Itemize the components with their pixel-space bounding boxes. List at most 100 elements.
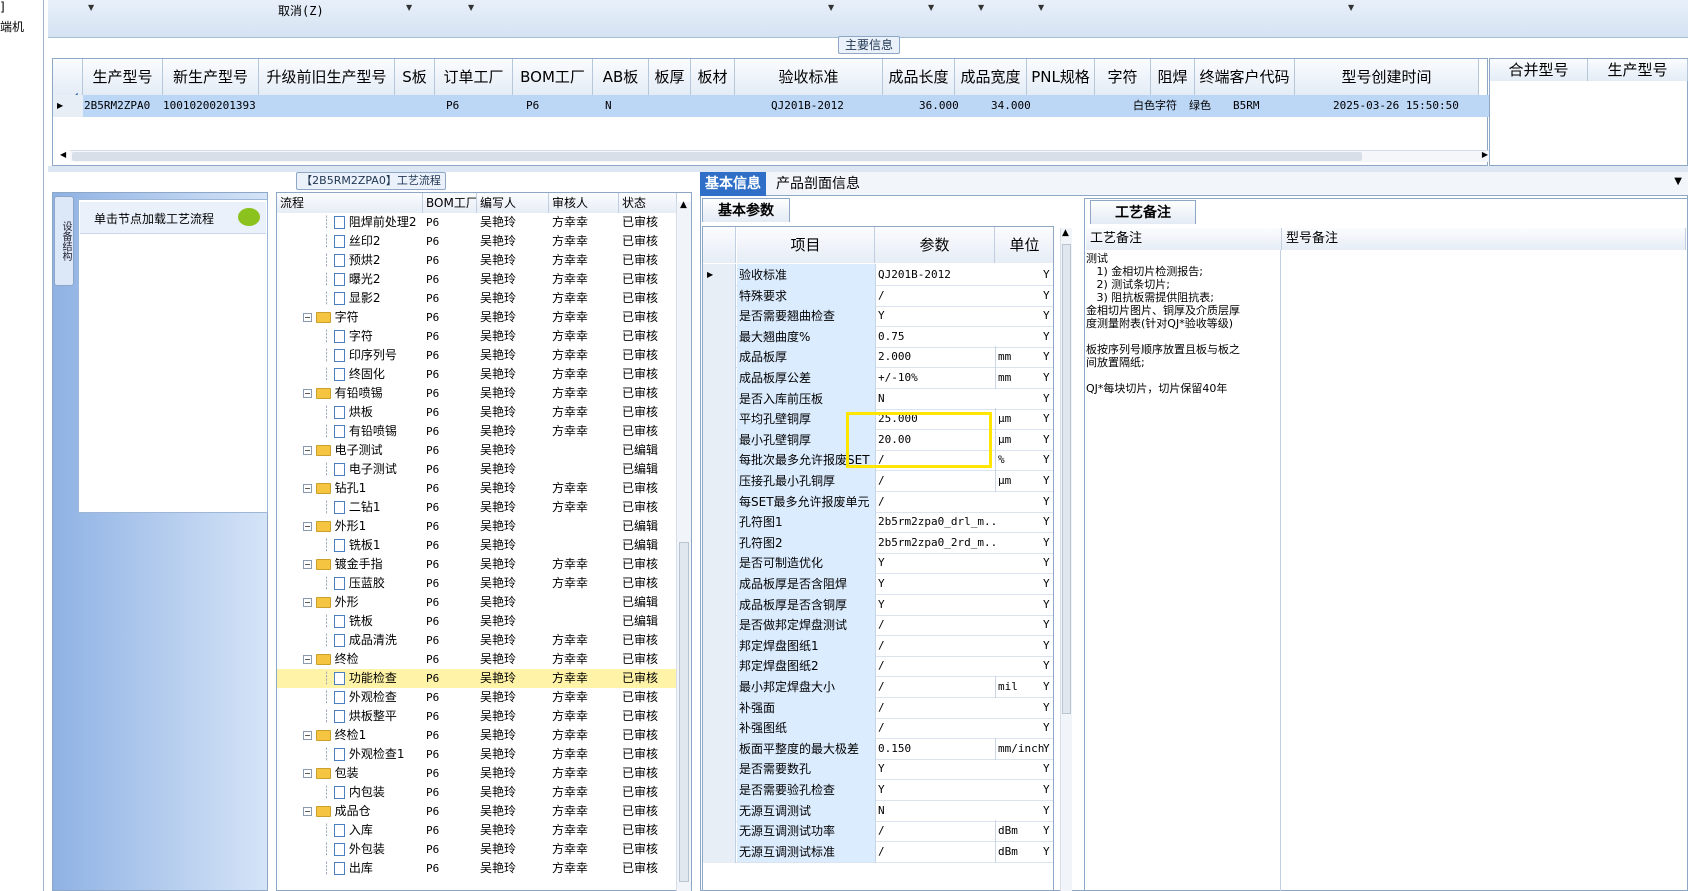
tree-row[interactable]: − 钻孔1 P6 吴艳玲 方幸幸 已审核 <box>277 479 677 498</box>
tree-row[interactable]: ┊ 曝光2 P6 吴艳玲 方幸幸 已审核 <box>277 270 677 289</box>
col-prod-model[interactable]: 生产型号 <box>1588 59 1688 81</box>
tree-col-header[interactable]: 审核人 <box>549 193 619 213</box>
tree-row[interactable]: − 有铅喷锡 P6 吴艳玲 方幸幸 已审核 <box>277 384 677 403</box>
table-cell[interactable]: P6 <box>524 95 539 117</box>
collapse-icon[interactable]: − <box>303 731 312 740</box>
main-col-header[interactable]: 型号创建时间 <box>1295 59 1479 95</box>
tree-row[interactable]: ┊ 出库 P6 吴艳玲 方幸幸 已审核 <box>277 859 677 878</box>
dropdown-arrow-icon[interactable]: ▼ <box>928 3 934 12</box>
tab-equipment-structure[interactable]: 设备结构 <box>54 196 74 286</box>
tree-col-header[interactable]: 流程 <box>277 193 423 213</box>
param-row[interactable]: 成品板厚是否含阻焊 Y Y <box>703 573 1053 595</box>
param-value[interactable]: Y <box>875 552 995 575</box>
param-value[interactable]: / <box>875 676 995 698</box>
param-row[interactable]: 无源互调测试标准 / dBm Y <box>703 840 1053 863</box>
param-value[interactable]: / <box>875 696 995 719</box>
params-vscroll[interactable]: ▲ <box>1060 228 1072 891</box>
param-row[interactable]: 孔符图2 2b5rm2zpa0_2rd_m... Y <box>703 531 1053 554</box>
param-value[interactable]: 0.75 <box>875 325 995 348</box>
tree-col-header[interactable]: 状态 <box>619 193 677 213</box>
tree-row[interactable]: ┊ 烘板 P6 吴艳玲 方幸幸 已审核 <box>277 403 677 422</box>
collapse-icon[interactable]: − <box>303 522 312 531</box>
tree-row[interactable]: ┊ 字符 P6 吴艳玲 方幸幸 已审核 <box>277 327 677 346</box>
tree-row[interactable]: ┊ 铣板1 P6 吴艳玲 已编辑 <box>277 536 677 555</box>
param-value[interactable]: / <box>875 820 995 843</box>
tree-row[interactable]: − 包装 P6 吴艳玲 方幸幸 已审核 <box>277 764 677 783</box>
table-cell[interactable]: 绿色 <box>1187 95 1211 117</box>
process-notes-text[interactable]: 测试 1) 金相切片检测报告; 2) 测试条切片; 3) 阻抗板需提供阻抗表; … <box>1086 252 1256 395</box>
main-col-header[interactable]: BOM工厂 <box>513 59 593 95</box>
left-strip-item[interactable]: 端机 <box>0 18 24 35</box>
collapse-icon[interactable]: − <box>303 313 312 322</box>
collapse-icon[interactable]: − <box>303 807 312 816</box>
param-value[interactable]: Y <box>875 758 995 781</box>
param-row[interactable]: 邦定焊盘图纸2/ Y <box>703 655 1053 678</box>
param-row[interactable]: 是否需要验孔检查 Y Y <box>703 779 1053 801</box>
param-row[interactable]: 补强面 / Y <box>703 696 1053 719</box>
param-value[interactable]: N <box>875 387 995 410</box>
tree-row[interactable]: − 电子测试 P6 吴艳玲 已编辑 <box>277 441 677 460</box>
dropdown-arrow-icon[interactable]: ▼ <box>1038 3 1044 12</box>
param-value[interactable]: / <box>875 490 995 513</box>
grid-corner[interactable]: ◢ <box>53 59 83 95</box>
collapse-icon[interactable]: − <box>303 389 312 398</box>
tree-row[interactable]: ┊ 功能检查 P6 吴艳玲 方幸幸 已审核 <box>277 669 677 688</box>
main-col-header[interactable]: 新生产型号 <box>163 59 259 95</box>
tree-row[interactable]: − 成品仓 P6 吴艳玲 方幸幸 已审核 <box>277 802 677 821</box>
col-merge-model[interactable]: 合并型号 <box>1490 59 1588 81</box>
table-cell[interactable]: P6 <box>444 95 459 117</box>
chevron-down-icon[interactable]: ▼ <box>1674 176 1682 187</box>
tree-row[interactable]: ┊ 铣板 P6 吴艳玲 已编辑 <box>277 612 677 631</box>
tree-row[interactable]: ┊ 阻焊前处理2 P6 吴艳玲 方幸幸 已审核 <box>277 213 677 232</box>
tree-row[interactable]: ┊ 丝印2 P6 吴艳玲 方幸幸 已审核 <box>277 232 677 251</box>
param-row[interactable]: 压接孔最小孔铜厚 / μm Y <box>703 470 1053 492</box>
main-col-header[interactable]: 成品长度 <box>883 59 955 95</box>
table-cell[interactable]: 2B5RM2ZPA0 <box>82 95 150 117</box>
param-value[interactable]: Y <box>875 573 995 595</box>
tree-row[interactable]: ┊ 外观检查 P6 吴艳玲 方幸幸 已审核 <box>277 688 677 707</box>
main-col-header[interactable]: 板厚 <box>649 59 691 95</box>
main-col-header[interactable]: 字符 <box>1095 59 1151 95</box>
tree-col-header[interactable]: 编写人 <box>477 193 549 213</box>
tree-row[interactable]: − 终检 P6 吴艳玲 方幸幸 已审核 <box>277 650 677 669</box>
param-value[interactable]: / <box>875 717 995 740</box>
tree-row[interactable]: ┊ 压蓝胶 P6 吴艳玲 方幸幸 已审核 <box>277 574 677 593</box>
tree-row[interactable]: ┊ 内包装 P6 吴艳玲 方幸幸 已审核 <box>277 783 677 802</box>
tree-row[interactable]: − 镀金手指 P6 吴艳玲 方幸幸 已审核 <box>277 555 677 574</box>
table-cell[interactable]: 2025-03-26 15:50:50 <box>1331 95 1459 117</box>
tab-process-notes[interactable]: 工艺备注 <box>1090 200 1196 224</box>
collapse-icon[interactable]: − <box>303 769 312 778</box>
main-col-header[interactable]: 订单工厂 <box>435 59 513 95</box>
collapse-icon[interactable]: − <box>303 484 312 493</box>
table-cell[interactable]: QJ201B-2012 <box>769 95 844 117</box>
tree-row[interactable]: ┊ 二钻1 P6 吴艳玲 方幸幸 已审核 <box>277 498 677 517</box>
param-row[interactable]: 最小邦定焊盘大小 / mil Y <box>703 676 1053 698</box>
tree-row[interactable]: − 终检1 P6 吴艳玲 方幸幸 已审核 <box>277 726 677 745</box>
main-col-header[interactable]: 成品宽度 <box>955 59 1027 95</box>
main-col-header[interactable]: 生产型号 <box>83 59 163 95</box>
param-row[interactable]: 是否需要数孔 Y Y <box>703 758 1053 781</box>
param-row[interactable]: 孔符图1 2b5rm2zpa0_drl_m... Y <box>703 511 1053 534</box>
param-row[interactable]: 无源互调测试功率 / dBm Y <box>703 820 1053 843</box>
param-value[interactable]: Y <box>875 593 995 616</box>
collapse-icon[interactable]: − <box>303 598 312 607</box>
param-row[interactable]: 补强图纸 / Y <box>703 717 1053 740</box>
param-value[interactable]: 2b5rm2zpa0_drl_m... <box>875 511 995 534</box>
param-row[interactable]: 每SET最多允许报废单元 / Y <box>703 490 1053 513</box>
tree-row[interactable]: ┊ 入库 P6 吴艳玲 方幸幸 已审核 <box>277 821 677 840</box>
tree-row[interactable]: ┊ 终固化 P6 吴艳玲 方幸幸 已审核 <box>277 365 677 384</box>
table-cell[interactable]: 10010200201393 <box>161 95 256 117</box>
collapse-icon[interactable]: − <box>303 655 312 664</box>
param-row[interactable]: 是否可制造优化 Y Y <box>703 552 1053 575</box>
main-col-header[interactable]: 终端客户代码 <box>1195 59 1295 95</box>
tree-row[interactable]: ┊ 外包装 P6 吴艳玲 方幸幸 已审核 <box>277 840 677 859</box>
table-cell[interactable]: 白色字符 <box>1131 95 1177 117</box>
tab-basic-info[interactable]: 基本信息 <box>700 172 766 196</box>
table-cell[interactable]: 36.000 <box>917 95 959 117</box>
tree-row[interactable]: ┊ 烘板整平 P6 吴艳玲 方幸幸 已审核 <box>277 707 677 726</box>
tab-basic-params[interactable]: 基本参数 <box>702 198 790 222</box>
dropdown-arrow-icon[interactable]: ▼ <box>1348 3 1354 12</box>
dropdown-arrow-icon[interactable]: ▼ <box>828 3 834 12</box>
col-param[interactable]: 参数 <box>875 227 995 263</box>
param-value[interactable]: / <box>875 470 995 492</box>
